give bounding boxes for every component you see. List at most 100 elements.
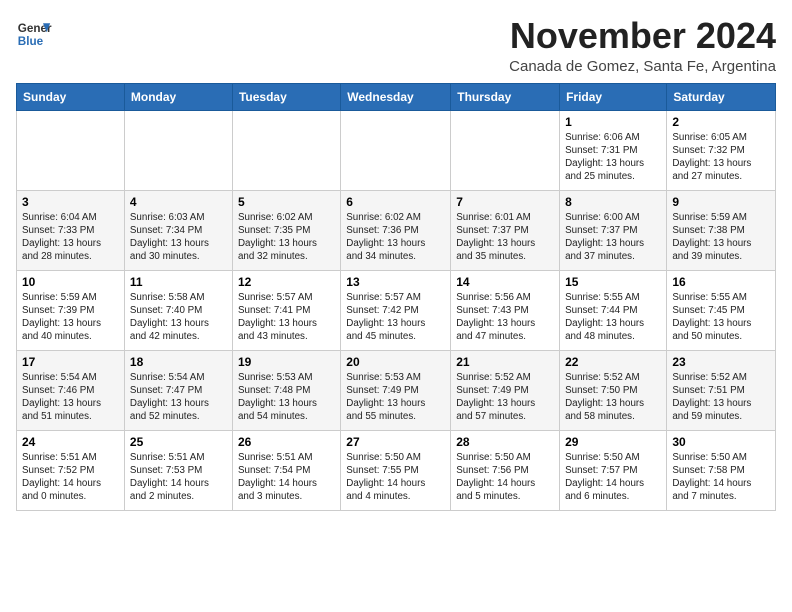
day-number: 7 <box>456 195 554 209</box>
day-info: Sunrise: 5:53 AMSunset: 7:48 PMDaylight:… <box>238 371 335 424</box>
calendar-cell: 27 Sunrise: 5:50 AMSunset: 7:55 PMDayligh… <box>341 430 451 510</box>
calendar-cell: 2 Sunrise: 6:05 AMSunset: 7:32 PMDaylight… <box>667 110 776 190</box>
day-number: 14 <box>456 275 554 289</box>
day-info: Sunrise: 5:57 AMSunset: 7:41 PMDaylight:… <box>238 291 335 344</box>
day-info: Sunrise: 5:50 AMSunset: 7:56 PMDaylight:… <box>456 451 554 504</box>
calendar-cell: 26 Sunrise: 5:51 AMSunset: 7:54 PMDayligh… <box>232 430 340 510</box>
day-number: 22 <box>565 355 661 369</box>
location-title: Canada de Gomez, Santa Fe, Argentina <box>509 58 776 75</box>
calendar-cell: 23 Sunrise: 5:52 AMSunset: 7:51 PMDayligh… <box>667 350 776 430</box>
calendar-cell <box>17 110 125 190</box>
calendar-cell: 6 Sunrise: 6:02 AMSunset: 7:36 PMDaylight… <box>341 190 451 270</box>
day-info: Sunrise: 6:06 AMSunset: 7:31 PMDaylight:… <box>565 131 661 184</box>
week-row-2: 10Sunrise: 5:59 AMSunset: 7:39 PMDayligh… <box>17 270 776 350</box>
day-number: 6 <box>346 195 445 209</box>
day-number: 20 <box>346 355 445 369</box>
calendar-cell: 9 Sunrise: 5:59 AMSunset: 7:38 PMDaylight… <box>667 190 776 270</box>
logo-icon: General Blue <box>16 16 52 52</box>
calendar-cell: 5 Sunrise: 6:02 AMSunset: 7:35 PMDaylight… <box>232 190 340 270</box>
calendar-cell: 8 Sunrise: 6:00 AMSunset: 7:37 PMDaylight… <box>560 190 667 270</box>
header-tuesday: Tuesday <box>232 83 340 110</box>
day-number: 26 <box>238 435 335 449</box>
day-number: 15 <box>565 275 661 289</box>
day-info: Sunrise: 6:02 AMSunset: 7:35 PMDaylight:… <box>238 211 335 264</box>
day-info: Sunrise: 6:03 AMSunset: 7:34 PMDaylight:… <box>130 211 227 264</box>
week-row-1: 3 Sunrise: 6:04 AMSunset: 7:33 PMDaylight… <box>17 190 776 270</box>
header-thursday: Thursday <box>451 83 560 110</box>
day-number: 30 <box>672 435 770 449</box>
day-info: Sunrise: 5:50 AMSunset: 7:57 PMDaylight:… <box>565 451 661 504</box>
calendar-cell: 17 Sunrise: 5:54 AMSunset: 7:46 PMDayligh… <box>17 350 125 430</box>
day-info: Sunrise: 5:51 AMSunset: 7:53 PMDaylight:… <box>130 451 227 504</box>
calendar-cell: 18 Sunrise: 5:54 AMSunset: 7:47 PMDayligh… <box>124 350 232 430</box>
header-monday: Monday <box>124 83 232 110</box>
calendar-cell: 24Sunrise: 5:51 AMSunset: 7:52 PMDayligh… <box>17 430 125 510</box>
calendar-cell: 4Sunrise: 6:03 AMSunset: 7:34 PMDaylight… <box>124 190 232 270</box>
day-info: Sunrise: 5:55 AMSunset: 7:44 PMDaylight:… <box>565 291 661 344</box>
calendar-cell: 12 Sunrise: 5:57 AMSunset: 7:41 PMDayligh… <box>232 270 340 350</box>
title-block: November 2024 Canada de Gomez, Santa Fe,… <box>509 16 776 75</box>
day-number: 23 <box>672 355 770 369</box>
day-info: Sunrise: 5:59 AMSunset: 7:39 PMDaylight:… <box>22 291 119 344</box>
calendar-table: SundayMondayTuesdayWednesdayThursdayFrid… <box>16 83 776 511</box>
day-info: Sunrise: 5:54 AMSunset: 7:46 PMDaylight:… <box>22 371 119 424</box>
calendar-cell: 13 Sunrise: 5:57 AMSunset: 7:42 PMDayligh… <box>341 270 451 350</box>
week-row-0: 1 Sunrise: 6:06 AMSunset: 7:31 PMDaylight… <box>17 110 776 190</box>
calendar-cell: 22Sunrise: 5:52 AMSunset: 7:50 PMDayligh… <box>560 350 667 430</box>
day-info: Sunrise: 5:50 AMSunset: 7:55 PMDaylight:… <box>346 451 445 504</box>
day-number: 19 <box>238 355 335 369</box>
calendar-cell: 10Sunrise: 5:59 AMSunset: 7:39 PMDayligh… <box>17 270 125 350</box>
day-number: 16 <box>672 275 770 289</box>
day-number: 27 <box>346 435 445 449</box>
day-info: Sunrise: 5:59 AMSunset: 7:38 PMDaylight:… <box>672 211 770 264</box>
day-number: 5 <box>238 195 335 209</box>
calendar-cell: 1 Sunrise: 6:06 AMSunset: 7:31 PMDaylight… <box>560 110 667 190</box>
week-row-3: 17 Sunrise: 5:54 AMSunset: 7:46 PMDayligh… <box>17 350 776 430</box>
day-info: Sunrise: 5:51 AMSunset: 7:52 PMDaylight:… <box>22 451 119 504</box>
svg-text:Blue: Blue <box>18 35 44 48</box>
calendar-cell: 14Sunrise: 5:56 AMSunset: 7:43 PMDayligh… <box>451 270 560 350</box>
day-number: 29 <box>565 435 661 449</box>
calendar-cell: 16Sunrise: 5:55 AMSunset: 7:45 PMDayligh… <box>667 270 776 350</box>
day-number: 8 <box>565 195 661 209</box>
header-saturday: Saturday <box>667 83 776 110</box>
day-number: 11 <box>130 275 227 289</box>
day-info: Sunrise: 6:05 AMSunset: 7:32 PMDaylight:… <box>672 131 770 184</box>
day-number: 2 <box>672 115 770 129</box>
day-number: 13 <box>346 275 445 289</box>
day-number: 1 <box>565 115 661 129</box>
day-info: Sunrise: 5:57 AMSunset: 7:42 PMDaylight:… <box>346 291 445 344</box>
day-info: Sunrise: 6:04 AMSunset: 7:33 PMDaylight:… <box>22 211 119 264</box>
calendar-cell: 29 Sunrise: 5:50 AMSunset: 7:57 PMDayligh… <box>560 430 667 510</box>
page-header: General Blue November 2024 Canada de Gom… <box>16 16 776 75</box>
calendar-cell: 30Sunrise: 5:50 AMSunset: 7:58 PMDayligh… <box>667 430 776 510</box>
calendar-cell <box>124 110 232 190</box>
day-number: 21 <box>456 355 554 369</box>
header-sunday: Sunday <box>17 83 125 110</box>
day-info: Sunrise: 6:02 AMSunset: 7:36 PMDaylight:… <box>346 211 445 264</box>
calendar-cell: 11Sunrise: 5:58 AMSunset: 7:40 PMDayligh… <box>124 270 232 350</box>
day-number: 17 <box>22 355 119 369</box>
day-number: 18 <box>130 355 227 369</box>
day-info: Sunrise: 6:01 AMSunset: 7:37 PMDaylight:… <box>456 211 554 264</box>
day-number: 12 <box>238 275 335 289</box>
calendar-cell: 21 Sunrise: 5:52 AMSunset: 7:49 PMDayligh… <box>451 350 560 430</box>
calendar-header-row: SundayMondayTuesdayWednesdayThursdayFrid… <box>17 83 776 110</box>
day-number: 3 <box>22 195 119 209</box>
calendar-cell: 3 Sunrise: 6:04 AMSunset: 7:33 PMDaylight… <box>17 190 125 270</box>
calendar-cell: 7 Sunrise: 6:01 AMSunset: 7:37 PMDaylight… <box>451 190 560 270</box>
day-info: Sunrise: 5:51 AMSunset: 7:54 PMDaylight:… <box>238 451 335 504</box>
header-friday: Friday <box>560 83 667 110</box>
calendar-cell: 25 Sunrise: 5:51 AMSunset: 7:53 PMDayligh… <box>124 430 232 510</box>
day-info: Sunrise: 5:54 AMSunset: 7:47 PMDaylight:… <box>130 371 227 424</box>
day-info: Sunrise: 5:52 AMSunset: 7:51 PMDaylight:… <box>672 371 770 424</box>
month-title: November 2024 <box>509 16 776 56</box>
calendar-cell <box>232 110 340 190</box>
day-info: Sunrise: 5:52 AMSunset: 7:49 PMDaylight:… <box>456 371 554 424</box>
day-info: Sunrise: 5:53 AMSunset: 7:49 PMDaylight:… <box>346 371 445 424</box>
day-number: 9 <box>672 195 770 209</box>
day-info: Sunrise: 6:00 AMSunset: 7:37 PMDaylight:… <box>565 211 661 264</box>
day-number: 25 <box>130 435 227 449</box>
calendar-cell: 20 Sunrise: 5:53 AMSunset: 7:49 PMDayligh… <box>341 350 451 430</box>
calendar-cell: 28Sunrise: 5:50 AMSunset: 7:56 PMDayligh… <box>451 430 560 510</box>
